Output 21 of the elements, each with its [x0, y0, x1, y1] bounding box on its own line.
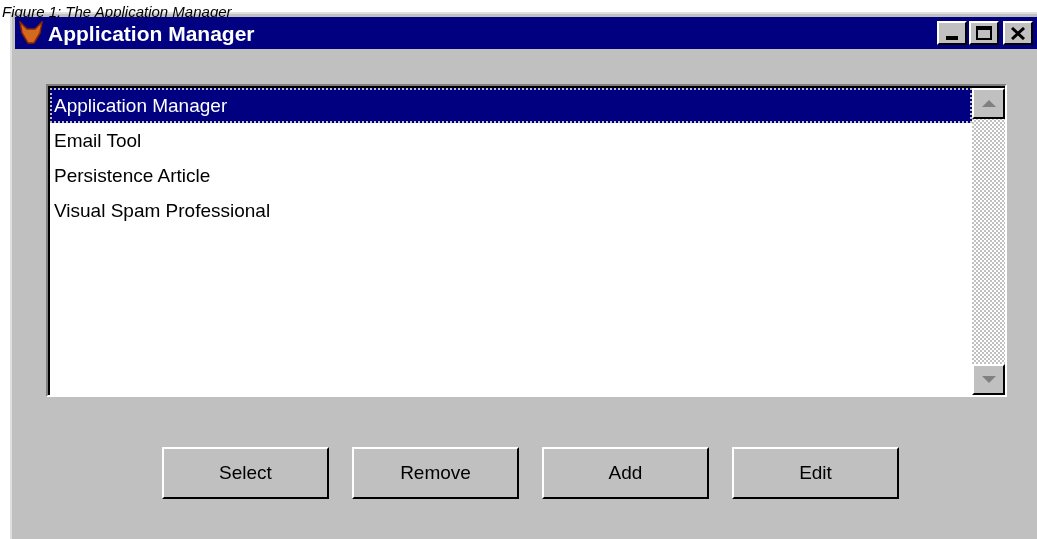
action-button[interactable]: Add — [542, 447, 709, 499]
minimize-icon — [946, 36, 958, 40]
up-arrow-icon — [981, 100, 996, 107]
maximize-button[interactable] — [969, 21, 999, 45]
minimize-button[interactable] — [937, 21, 967, 45]
action-button[interactable]: Edit — [732, 447, 899, 499]
animal-head-icon — [18, 21, 44, 45]
maximize-icon — [976, 26, 992, 40]
list-item[interactable]: Visual Spam Professional — [50, 193, 972, 228]
down-arrow-icon — [981, 376, 996, 383]
close-button[interactable] — [1003, 21, 1033, 45]
action-button[interactable]: Select — [162, 447, 329, 499]
window-title: Application Manager — [48, 22, 255, 44]
action-button[interactable]: Remove — [352, 447, 519, 499]
list-item[interactable]: Email Tool — [50, 123, 972, 158]
scroll-up-button[interactable] — [972, 88, 1005, 119]
list-item[interactable]: Application Manager — [50, 88, 972, 123]
figure-caption: Figure 1: The Application Manager — [2, 6, 232, 18]
list-item[interactable]: Persistence Article — [50, 158, 972, 193]
close-icon — [1011, 26, 1025, 40]
scroll-down-button[interactable] — [972, 364, 1005, 395]
